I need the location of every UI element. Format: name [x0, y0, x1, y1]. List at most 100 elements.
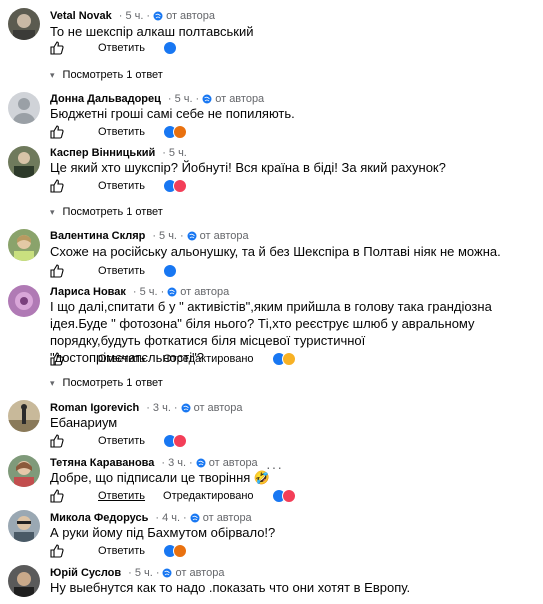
comment-text: Добре, що підписали це творіння 🤣	[50, 470, 271, 485]
comment-actions: Ответить	[50, 433, 188, 449]
like-icon[interactable]	[50, 41, 64, 55]
avatar[interactable]	[8, 455, 40, 487]
reactions[interactable]	[163, 41, 178, 55]
like-icon[interactable]	[50, 352, 64, 366]
comment-meta: Лариса Новак · 5 ч. · от автора	[50, 286, 230, 298]
timestamp[interactable]: 5 ч.	[135, 567, 153, 579]
globe-icon	[190, 513, 200, 523]
reply-button[interactable]: Ответить	[98, 353, 145, 365]
view-replies[interactable]: ▾ Посмотреть 1 ответ	[50, 205, 163, 219]
globe-icon	[181, 403, 191, 413]
avatar[interactable]	[8, 565, 40, 597]
comment-actions: Ответить Отредактировано	[50, 488, 296, 504]
avatar[interactable]	[8, 285, 40, 317]
view-replies[interactable]: ▾ Посмотреть 1 ответ	[50, 68, 163, 82]
angry-reaction-icon	[173, 125, 188, 139]
comment-meta: Каспер Вінницький · 5 ч.	[50, 147, 187, 159]
author-tag: от автора	[208, 457, 258, 469]
comment-actions: Ответить	[50, 40, 178, 56]
comment-meta: Vetal Novak · 5 ч. · от автора	[50, 10, 216, 22]
reply-button[interactable]: Ответить	[98, 42, 145, 54]
edited-label: Отредактировано	[163, 490, 254, 502]
edited-label: Отредактировано	[163, 353, 254, 365]
like-icon[interactable]	[50, 544, 64, 558]
like-icon[interactable]	[50, 434, 64, 448]
comment-text: Це який хто шукспір? Йобнуті! Вся країна…	[50, 160, 446, 175]
author-tag: от автора	[202, 512, 252, 524]
author-tag: от автора	[199, 230, 249, 242]
comment-meta: Roman Igorevich · 3 ч. · от автора	[50, 402, 243, 414]
timestamp[interactable]: 5 ч.	[140, 286, 158, 298]
author-name[interactable]: Лариса Новак	[50, 286, 126, 298]
comment-text: Ну выебнутся как то надо .показать что о…	[50, 580, 411, 595]
timestamp[interactable]: 5 ч.	[175, 93, 193, 105]
avatar[interactable]	[8, 510, 40, 542]
author-name[interactable]: Каспер Вінницький	[50, 147, 155, 159]
author-name[interactable]: Юрій Суслов	[50, 567, 121, 579]
comment-meta: Донна Дальвадорец · 5 ч. · от автора	[50, 93, 265, 105]
view-replies-label: Посмотреть 1 ответ	[62, 206, 163, 218]
reactions[interactable]	[271, 489, 296, 503]
comment-actions: Ответить	[50, 178, 188, 194]
comment-actions: Ответить	[50, 124, 188, 140]
reactions[interactable]	[163, 125, 188, 139]
author-name[interactable]: Донна Дальвадорец	[50, 93, 161, 105]
author-name[interactable]: Vetal Novak	[50, 10, 112, 22]
comment-text: Ебанариум	[50, 415, 118, 430]
love-reaction-icon	[173, 434, 188, 448]
comment-actions: Ответить	[50, 263, 178, 279]
globe-icon	[153, 11, 163, 21]
reply-button[interactable]: Ответить	[98, 180, 145, 192]
author-tag: от автора	[193, 402, 243, 414]
globe-icon	[167, 287, 177, 297]
view-replies[interactable]: ▾ Посмотреть 1 ответ	[50, 376, 163, 390]
reactions[interactable]	[163, 264, 178, 278]
reply-button[interactable]: Ответить	[98, 126, 145, 138]
comment-meta: Микола Федорусь · 4 ч. · от автора	[50, 512, 252, 524]
timestamp[interactable]: 5 ч.	[159, 230, 177, 242]
like-reaction-icon	[163, 264, 178, 278]
comment-text: То не шекспір алкаш полтавський	[50, 24, 254, 39]
reactions[interactable]	[163, 179, 188, 193]
reply-button[interactable]: Ответить	[98, 265, 145, 277]
timestamp[interactable]: 3 ч.	[153, 402, 171, 414]
reply-button[interactable]: Ответить	[98, 545, 145, 557]
author-name[interactable]: Микола Федорусь	[50, 512, 148, 524]
comment-text: Схоже на російську альонушку, та й без Ш…	[50, 244, 501, 259]
avatar[interactable]	[8, 8, 40, 40]
sad-reaction-icon	[281, 352, 296, 366]
avatar[interactable]	[8, 400, 40, 432]
reactions[interactable]	[271, 352, 296, 366]
globe-icon	[196, 458, 206, 468]
author-tag: от автора	[215, 93, 265, 105]
author-tag: от автора	[180, 286, 230, 298]
comment-actions: Ответить	[50, 543, 188, 559]
reply-button[interactable]: Ответить	[98, 435, 145, 447]
comment-meta: Тетяна Караванова · 3 ч. · от автора	[50, 457, 258, 469]
chevron-down-icon: ▾	[50, 69, 55, 80]
reply-button[interactable]: Ответить	[98, 490, 145, 502]
comment-meta: Юрій Суслов · 5 ч. · от автора	[50, 567, 225, 579]
like-icon[interactable]	[50, 489, 64, 503]
avatar[interactable]	[8, 92, 40, 124]
reactions[interactable]	[163, 434, 188, 448]
avatar[interactable]	[8, 229, 40, 261]
like-icon[interactable]	[50, 125, 64, 139]
view-replies-label: Посмотреть 1 ответ	[62, 69, 163, 81]
like-reaction-icon	[163, 41, 178, 55]
angry-reaction-icon	[173, 544, 188, 558]
author-name[interactable]: Валентина Скляр	[50, 230, 145, 242]
like-icon[interactable]	[50, 179, 64, 193]
reactions[interactable]	[163, 544, 188, 558]
author-name[interactable]: Roman Igorevich	[50, 402, 139, 414]
view-replies-label: Посмотреть 1 ответ	[62, 377, 163, 389]
timestamp[interactable]: 5 ч.	[169, 147, 187, 159]
timestamp[interactable]: 5 ч.	[125, 10, 143, 22]
globe-icon	[162, 568, 172, 578]
author-name[interactable]: Тетяна Караванова	[50, 457, 154, 469]
timestamp[interactable]: 4 ч.	[162, 512, 180, 524]
comment-meta: Валентина Скляр · 5 ч. · от автора	[50, 230, 249, 242]
avatar[interactable]	[8, 146, 40, 178]
timestamp[interactable]: 3 ч.	[168, 457, 186, 469]
like-icon[interactable]	[50, 264, 64, 278]
